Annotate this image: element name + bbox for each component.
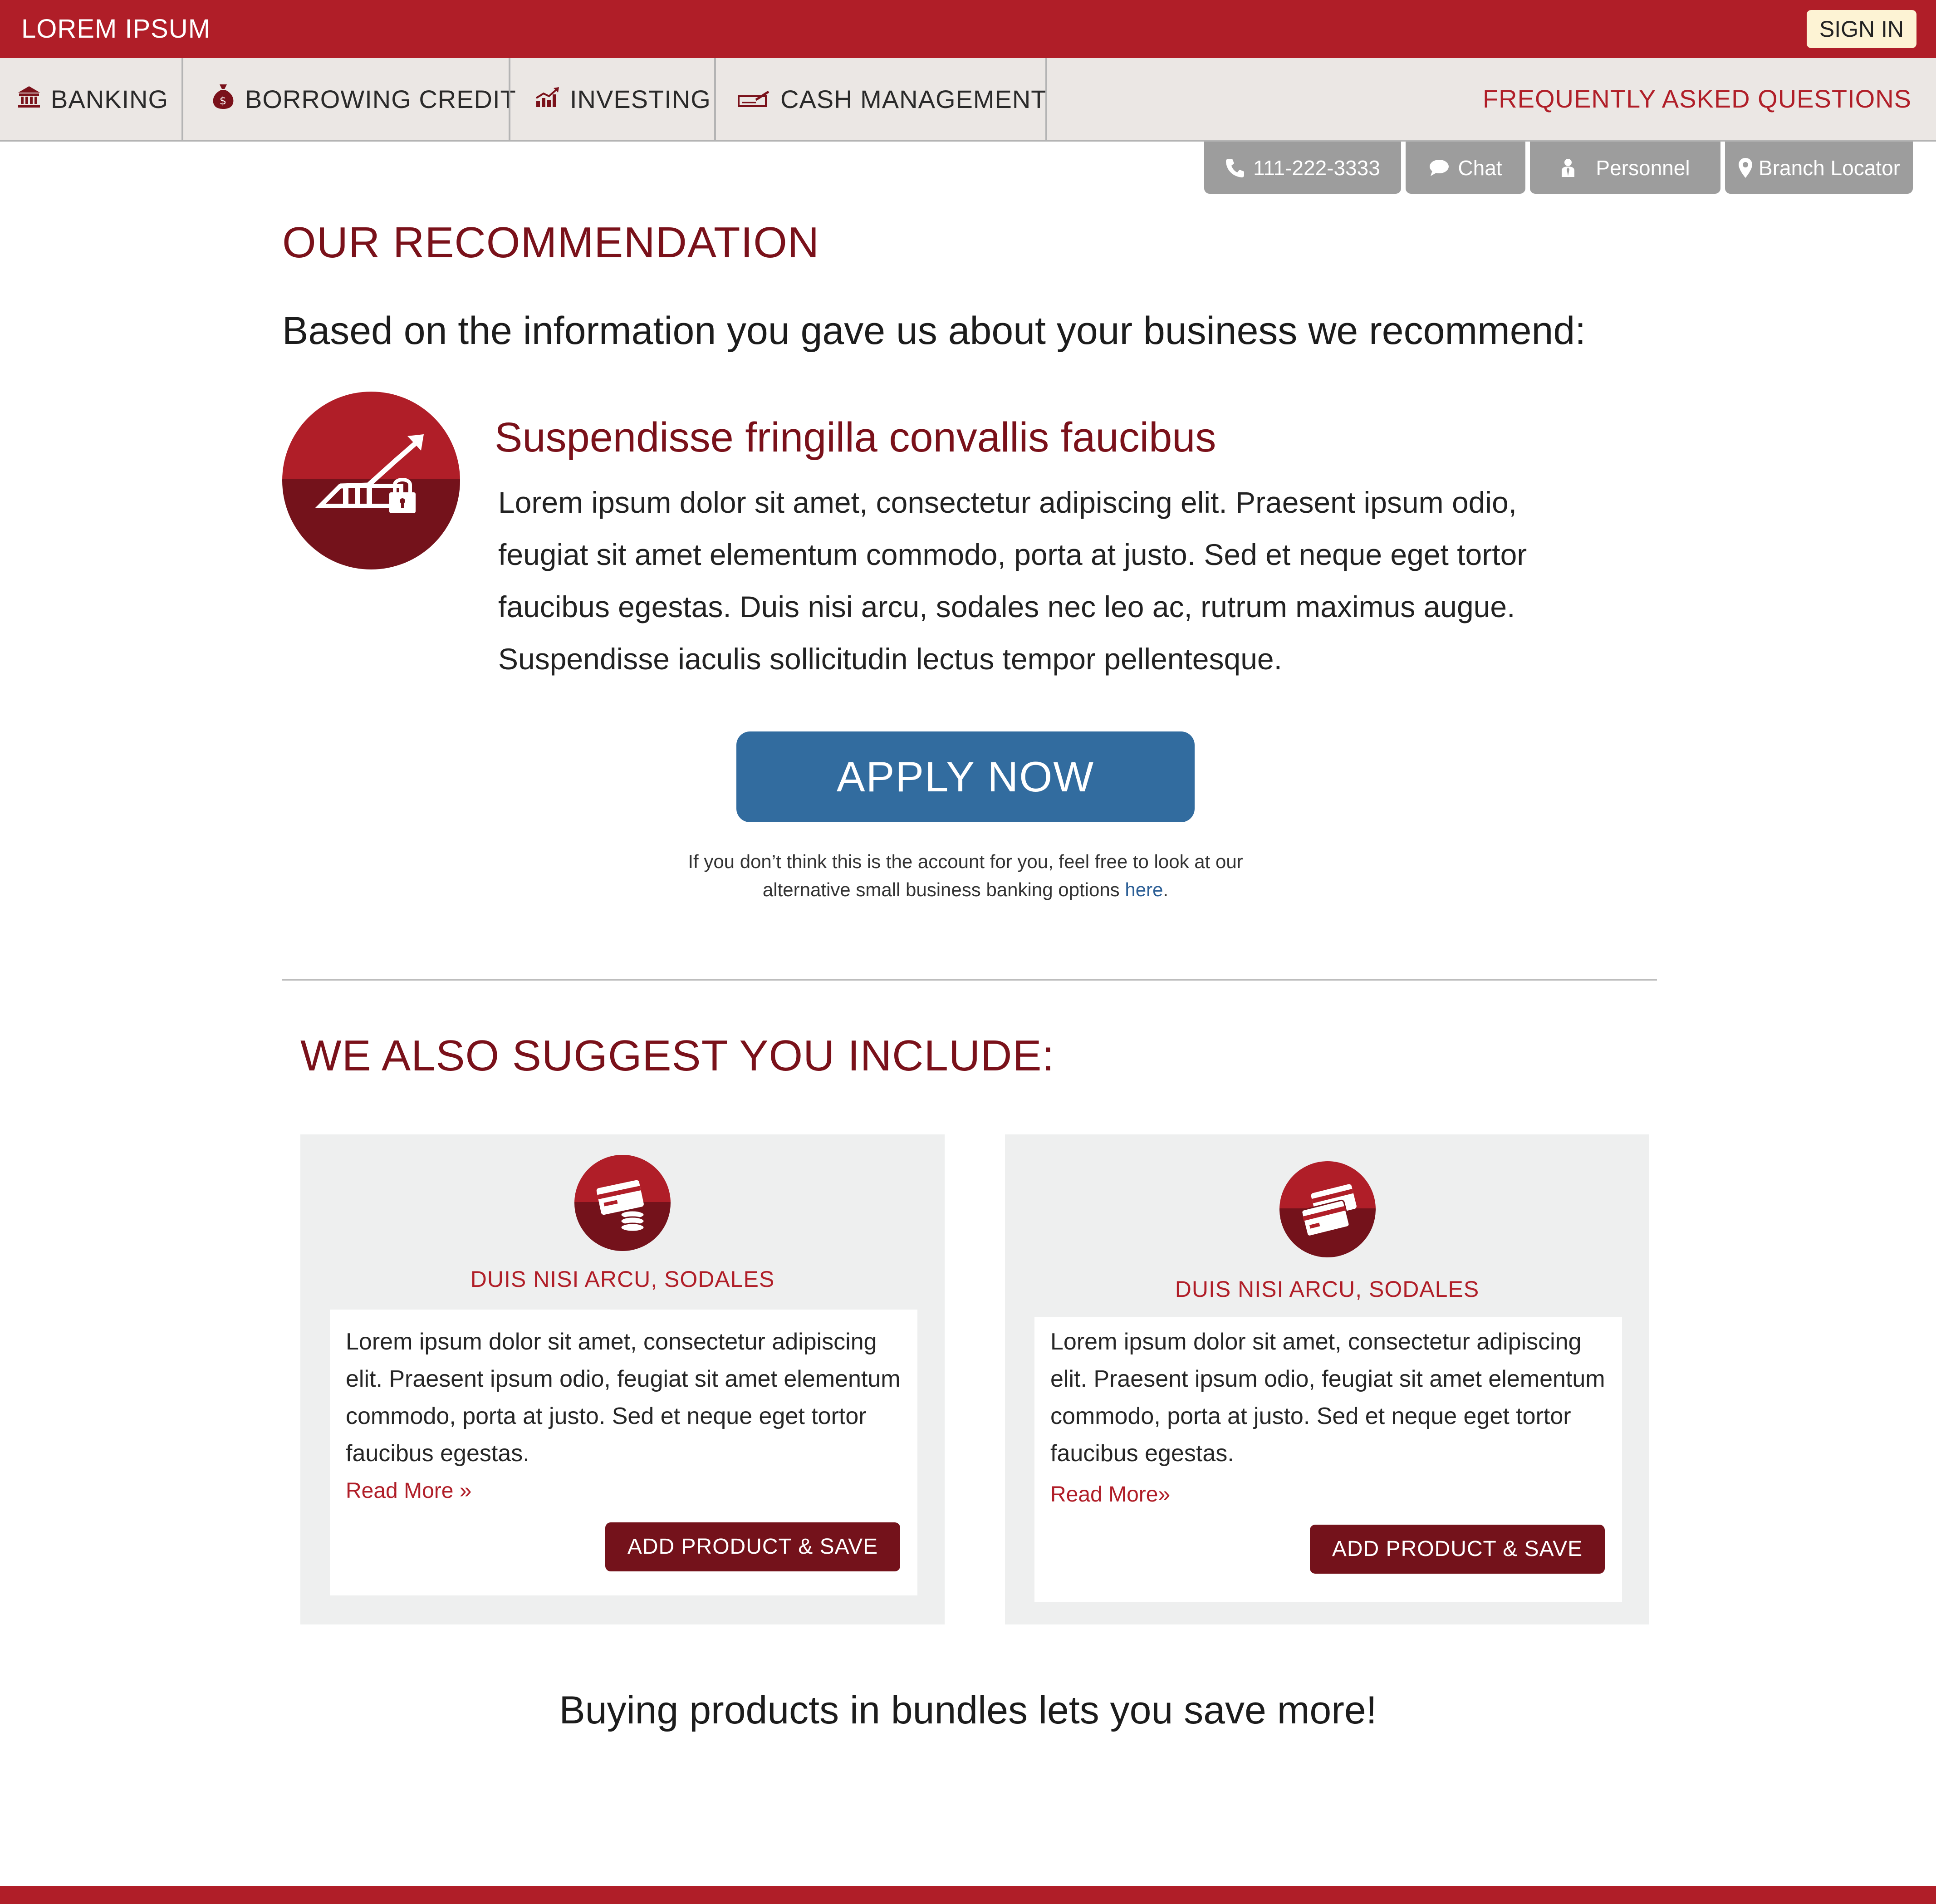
note-line-2: alternative small business banking optio… — [762, 879, 1120, 900]
check-pen-icon — [738, 84, 770, 114]
chat-label: Chat — [1458, 156, 1502, 180]
top-bar: LOREM IPSUM SIGN IN — [0, 0, 1936, 58]
phone-icon — [1225, 158, 1245, 178]
brand-logo[interactable]: LOREM IPSUM — [21, 0, 211, 58]
section-divider — [282, 979, 1657, 981]
nav-item-investing[interactable]: INVESTING — [535, 58, 711, 140]
chat-tab[interactable]: Chat — [1406, 142, 1525, 194]
secure-growth-icon — [282, 392, 460, 569]
card-description: Lorem ipsum dolor sit amet, consectetur … — [1050, 1329, 1605, 1467]
nav-label-banking: BANKING — [51, 84, 169, 113]
nav-label-borrowing-credit: BORROWING CREDIT — [245, 84, 516, 113]
read-more-link[interactable]: Read More» — [1050, 1482, 1170, 1507]
card-title: DUIS NISI ARCU, SODALES — [470, 1266, 775, 1292]
alternative-options-note: If you don’t think this is the account f… — [590, 848, 1341, 904]
phone-number: 111-222-3333 — [1253, 156, 1380, 180]
nav-item-cash-management[interactable]: CASH MANAGEMENT — [738, 58, 1047, 140]
suggestions-heading: WE ALSO SUGGEST YOU INCLUDE: — [300, 1031, 1055, 1080]
bundle-savings-message: Buying products in bundles lets you save… — [559, 1688, 1377, 1732]
credit-cards-icon — [1279, 1161, 1376, 1257]
note-line-end: . — [1163, 879, 1169, 900]
person-icon — [1560, 158, 1576, 178]
card-description: Lorem ipsum dolor sit amet, consectetur … — [346, 1329, 901, 1467]
recommendation-intro: Based on the information you gave us abo… — [282, 309, 1586, 353]
recommended-product-title: Suspendisse fringilla convallis faucibus — [495, 414, 1216, 461]
recommended-product-description: Lorem ipsum dolor sit amet, consectetur … — [498, 486, 1527, 676]
branch-locator-tab[interactable]: Branch Locator — [1725, 142, 1913, 194]
map-pin-icon — [1738, 157, 1753, 179]
svg-text:$: $ — [220, 94, 227, 107]
nav-label-investing: INVESTING — [570, 84, 711, 113]
faq-link[interactable]: FREQUENTLY ASKED QUESTIONS — [1483, 58, 1911, 140]
branch-locator-label: Branch Locator — [1759, 156, 1900, 180]
add-product-button[interactable]: ADD PRODUCT & SAVE — [605, 1522, 900, 1571]
personnel-label: Personnel — [1596, 156, 1690, 180]
card-title: DUIS NISI ARCU, SODALES — [1175, 1276, 1480, 1302]
add-product-button[interactable]: ADD PRODUCT & SAVE — [1310, 1525, 1605, 1574]
chat-bubble-icon — [1429, 159, 1450, 177]
nav-divider — [714, 58, 716, 140]
main-nav: BANKING $ BORROWING CREDIT INVESTING CAS… — [0, 58, 1936, 142]
read-more-link[interactable]: Read More » — [346, 1478, 471, 1503]
footer-bar — [0, 1886, 1936, 1904]
alternative-options-link[interactable]: here — [1125, 879, 1163, 900]
chart-growth-icon — [535, 84, 560, 114]
card-content: Lorem ipsum dolor sit amet, consectetur … — [330, 1310, 917, 1595]
suggestion-card: DUIS NISI ARCU, SODALES Lorem ipsum dolo… — [1005, 1134, 1649, 1624]
apply-now-button[interactable]: APPLY NOW — [736, 731, 1195, 822]
nav-divider — [509, 58, 510, 140]
note-line-1: If you don’t think this is the account f… — [688, 851, 1243, 872]
card-content: Lorem ipsum dolor sit amet, consectetur … — [1034, 1317, 1622, 1602]
sign-in-button[interactable]: SIGN IN — [1807, 10, 1916, 48]
note-line-2-wrapper: alternative small business banking optio… — [590, 876, 1341, 904]
money-bag-icon: $ — [211, 83, 235, 116]
nav-item-banking[interactable]: BANKING — [17, 58, 168, 140]
card-coins-icon — [574, 1155, 671, 1251]
suggestion-card: DUIS NISI ARCU, SODALES Lorem ipsum dolo… — [300, 1134, 945, 1624]
nav-divider — [181, 58, 183, 140]
phone-tab[interactable]: 111-222-3333 — [1204, 142, 1401, 194]
bank-icon — [17, 84, 41, 114]
nav-item-borrowing-credit[interactable]: $ BORROWING CREDIT — [211, 58, 516, 140]
personnel-tab[interactable]: Personnel — [1530, 142, 1720, 194]
recommendation-heading: OUR RECOMMENDATION — [282, 218, 820, 267]
nav-divider — [1045, 58, 1047, 140]
nav-label-cash-management: CASH MANAGEMENT — [780, 84, 1047, 113]
